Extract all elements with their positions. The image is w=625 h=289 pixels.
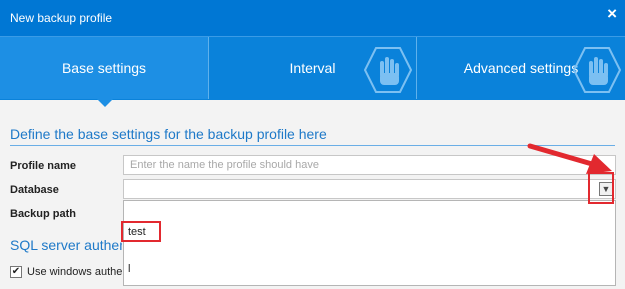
tab-base-settings[interactable]: Base settings bbox=[0, 37, 209, 99]
database-select[interactable]: ▼ bbox=[123, 179, 616, 199]
database-label: Database bbox=[10, 184, 59, 196]
hand-icon bbox=[364, 47, 412, 93]
sql-auth-heading: SQL server authen bbox=[10, 237, 122, 253]
windows-auth-label: Use windows authe bbox=[27, 266, 123, 278]
title-bar: New backup profile × bbox=[0, 0, 625, 36]
hand-icon bbox=[573, 47, 621, 93]
highlight-box-test-item bbox=[121, 221, 161, 242]
window-title: New backup profile bbox=[10, 11, 113, 25]
tab-advanced-settings[interactable]: Advanced settings bbox=[417, 37, 625, 99]
base-settings-panel: Define the base settings for the backup … bbox=[0, 100, 625, 289]
profile-name-label: Profile name bbox=[10, 160, 77, 172]
section-divider bbox=[10, 145, 615, 146]
backup-path-label: Backup path bbox=[10, 208, 77, 220]
tab-interval[interactable]: Interval bbox=[209, 37, 417, 99]
dropdown-item-l[interactable]: l bbox=[128, 263, 130, 275]
tab-base-settings-label: Base settings bbox=[61, 60, 147, 76]
tab-advanced-settings-label: Advanced settings bbox=[463, 60, 579, 76]
section-heading: Define the base settings for the backup … bbox=[10, 126, 327, 142]
windows-auth-checkbox[interactable]: ✔ bbox=[10, 266, 22, 278]
tab-bar: Base settings Interval Advanced settings bbox=[0, 36, 625, 100]
database-dropdown-list: test l bbox=[123, 200, 616, 286]
close-icon[interactable]: × bbox=[607, 4, 617, 24]
pointer-arrow-icon bbox=[527, 143, 612, 174]
tab-interval-label: Interval bbox=[289, 60, 336, 76]
